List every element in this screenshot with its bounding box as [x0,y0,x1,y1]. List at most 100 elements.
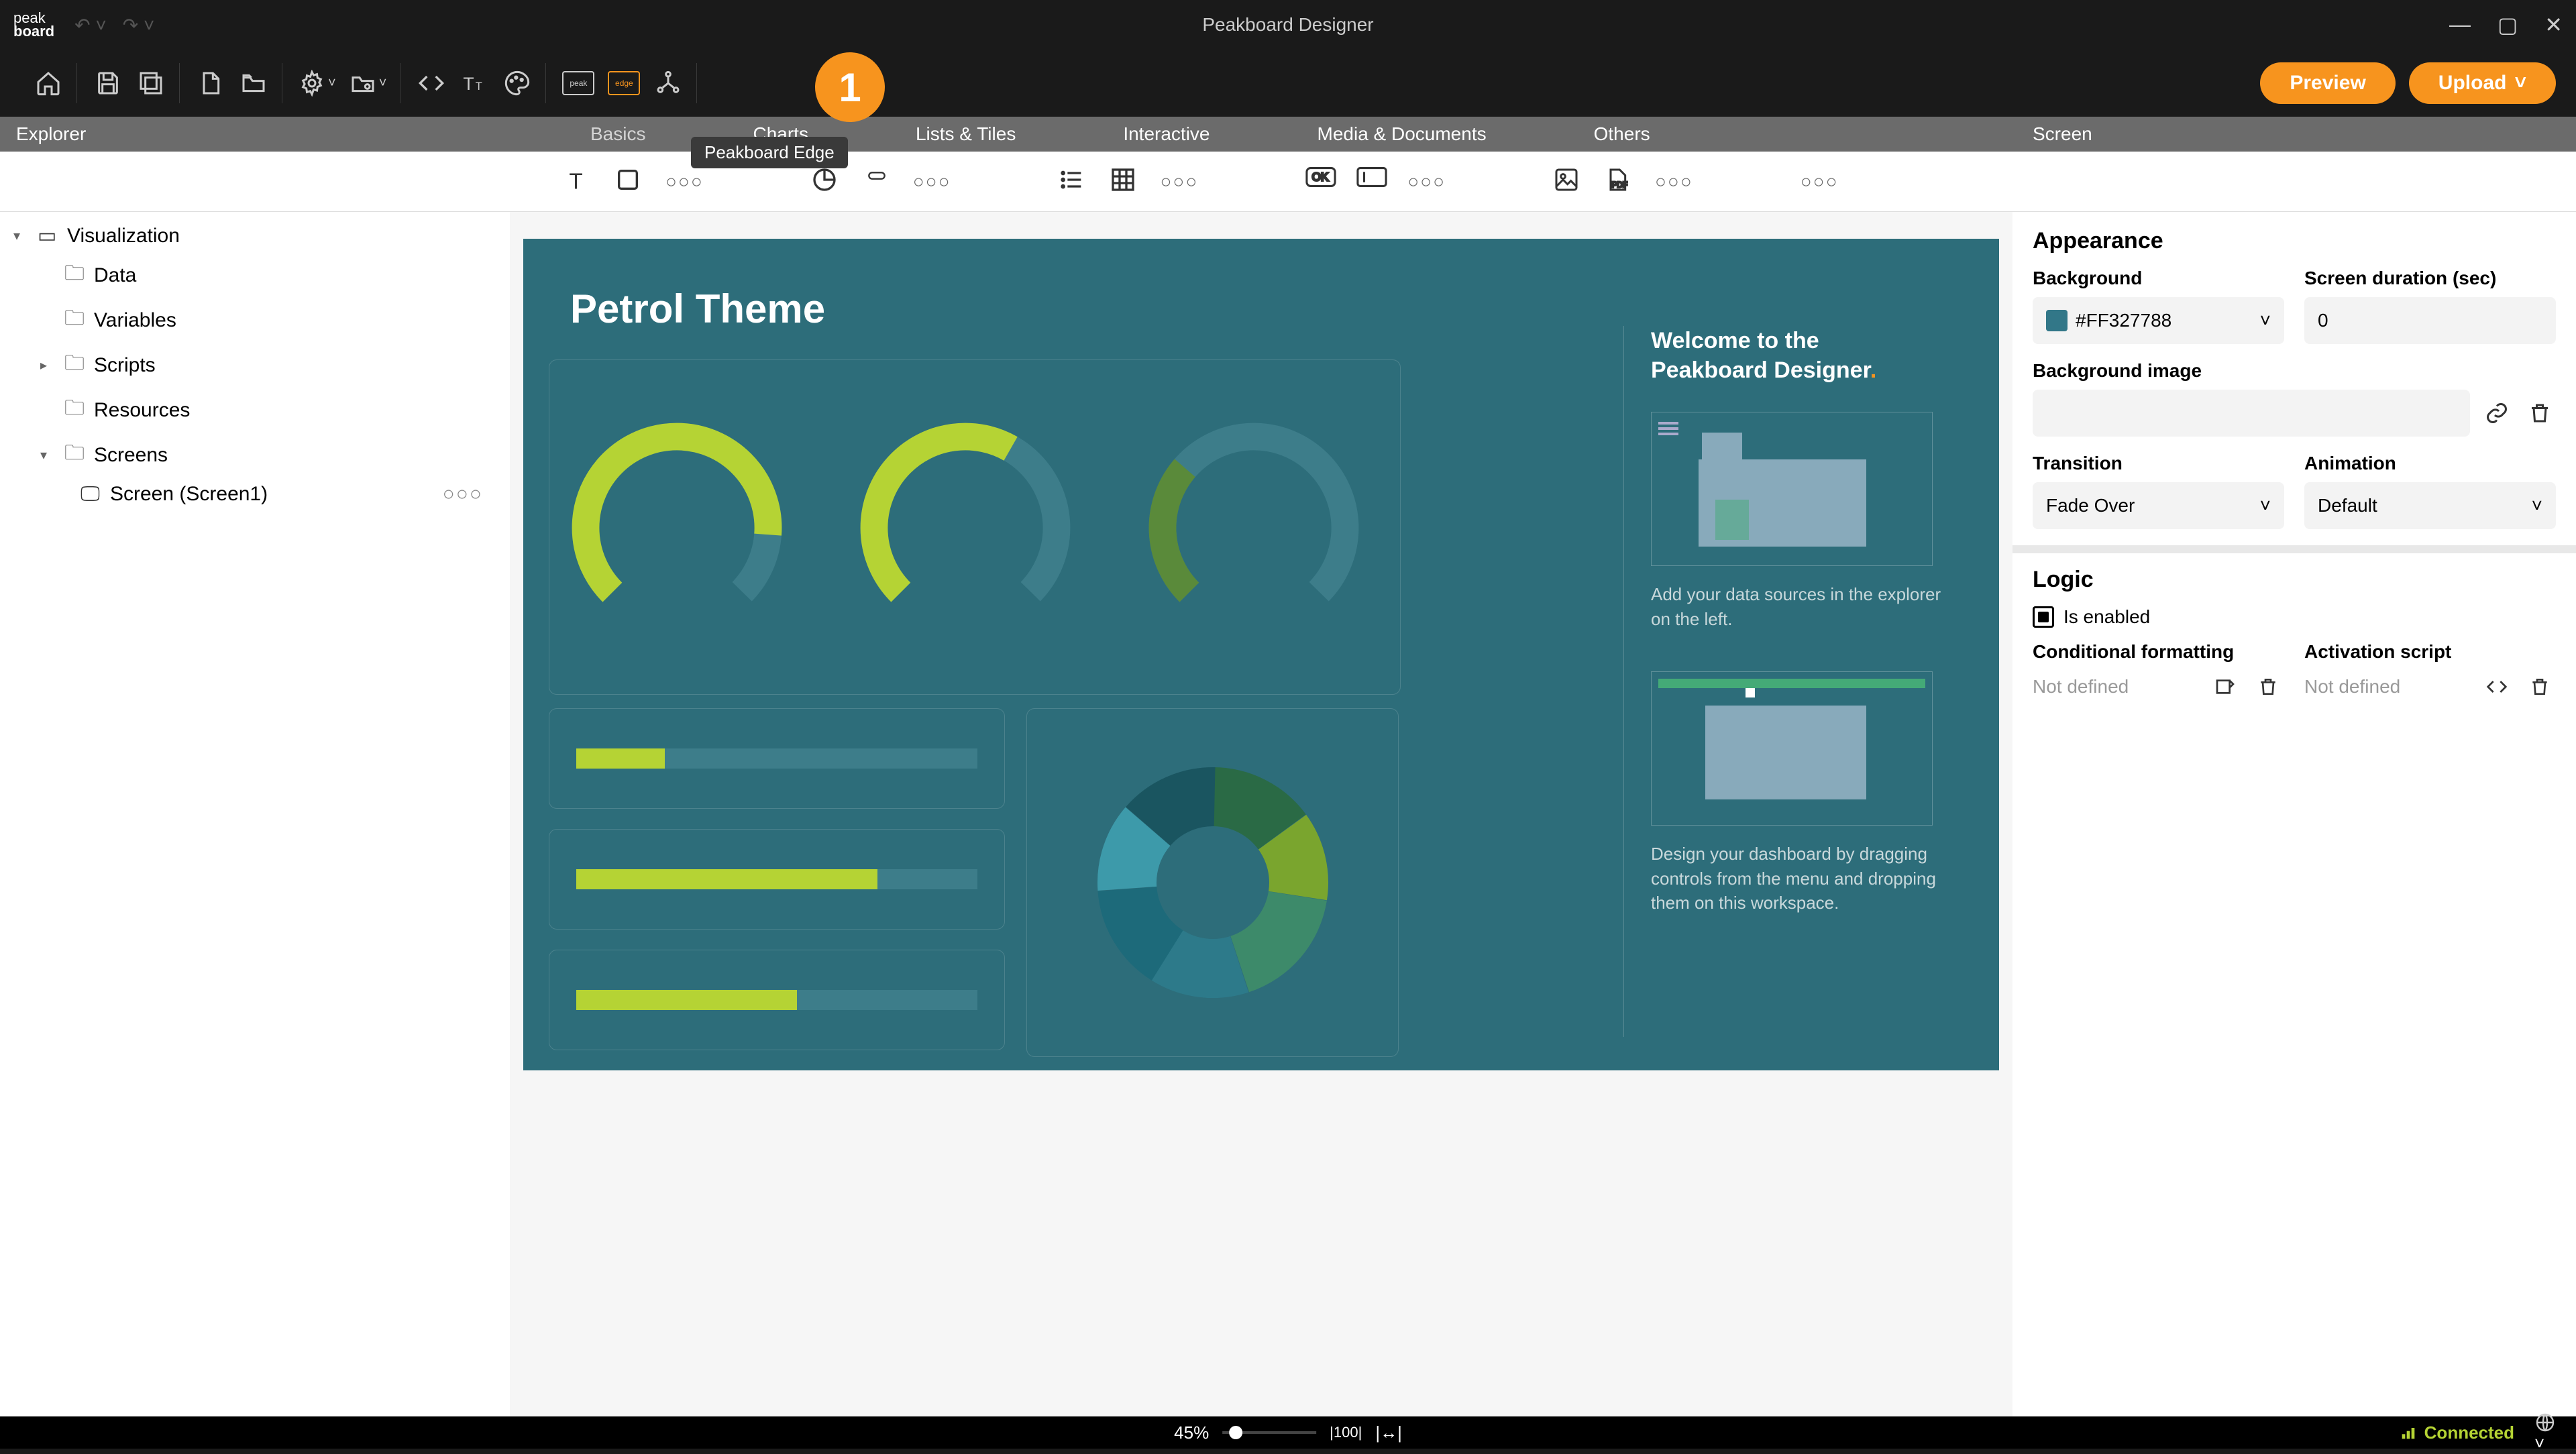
input-icon[interactable] [1356,166,1387,197]
bar-1 [549,708,1005,809]
tab-basics[interactable]: Basics [537,123,699,145]
app-logo: peak board [13,11,54,38]
tree-data[interactable]: 🗀Data [0,253,510,298]
welcome-hint-2: Design your dashboard by dragging contro… [1651,842,1945,915]
tab-lists[interactable]: Lists & Tiles [862,123,1069,145]
titlebar: peak board ↶ ˅ ↷ ˅ Peakboard Designer — … [0,0,2576,50]
background-input[interactable]: #FF327788˅ [2033,297,2284,344]
welcome-title: Welcome to thePeakboard Designer. [1651,326,1945,385]
screen-header: Screen [2012,117,2576,152]
more-icon[interactable]: ○○○ [665,171,704,192]
properties-panel: Appearance Background #FF327788˅ Screen … [2012,212,2576,1416]
fit-100-icon[interactable]: |100| [1330,1424,1362,1441]
image-icon[interactable] [1553,166,1584,197]
trash-icon[interactable] [2524,397,2556,429]
text-tool-icon[interactable]: T [564,166,594,197]
donut-chart [1079,748,1347,1017]
explorer-header: Explorer [0,117,510,152]
pie-chart-icon[interactable] [811,166,842,197]
more-icon[interactable]: ○○○ [913,171,951,192]
welcome-hint-1: Add your data sources in the explorer on… [1651,582,1945,631]
minimize-icon[interactable]: — [2449,12,2471,38]
globe-icon[interactable]: ˅ [2534,1412,2556,1454]
signal-icon [2399,1423,2418,1442]
duration-input[interactable] [2304,297,2556,344]
tree-screen1[interactable]: 🖵Screen (Screen1)○○○ [0,478,510,511]
pdf-icon[interactable]: PDF [1604,166,1635,197]
step-badge-1: 1 [815,52,885,122]
hub-icon[interactable] [653,68,683,98]
open-file-icon[interactable] [239,68,268,98]
more-icon[interactable]: ○○○ [443,483,496,506]
canvas[interactable]: Petrol Theme [523,239,1999,1070]
tree-screens[interactable]: ▾🗀Screens [0,433,510,478]
settings-icon[interactable]: ˅ [299,68,336,98]
peak-box-icon[interactable]: peak [562,71,594,95]
explorer-panel: ▾▭Visualization 🗀Data 🗀Variables ▸🗀Scrip… [0,212,510,1416]
gauge-3 [1140,414,1368,642]
svg-text:OK: OK [1312,170,1329,183]
palette-icon[interactable] [502,68,532,98]
welcome-illustration-1 [1651,412,1933,566]
more-icon[interactable]: ○○○ [1407,171,1446,192]
duration-label: Screen duration (sec) [2304,268,2556,289]
link-icon[interactable] [2481,397,2513,429]
zoom-level: 45% [1174,1422,1209,1443]
tab-others[interactable]: Others [1540,123,1704,145]
connection-status[interactable]: Connected [2399,1422,2514,1443]
folder-settings-icon[interactable]: ˅ [350,68,387,98]
zoom-slider[interactable] [1222,1431,1316,1434]
more-icon[interactable]: ○○○ [1655,171,1693,192]
tree-resources[interactable]: 🗀Resources [0,388,510,433]
code-icon[interactable] [2481,671,2513,703]
maximize-icon[interactable]: ▢ [2498,12,2518,38]
text-size-icon[interactable]: TT [460,68,489,98]
pill-icon[interactable] [862,166,893,197]
canvas-wrap[interactable]: Petrol Theme [510,212,2012,1416]
category-row: Explorer Basics Charts Lists & Tiles Int… [0,117,2576,152]
grid-icon[interactable] [1110,166,1140,197]
more-icon[interactable]: ○○○ [1801,171,1839,192]
fit-width-icon[interactable]: |↔| [1375,1422,1402,1443]
cond-format-label: Conditional formatting [2033,641,2284,663]
code-icon[interactable] [417,68,446,98]
list-icon[interactable] [1059,166,1089,197]
edge-box-icon[interactable]: edge [608,71,640,95]
trash-icon[interactable] [2252,671,2284,703]
save-all-icon[interactable] [136,68,166,98]
redo-icon[interactable]: ↷ ˅ [123,14,155,36]
more-icon[interactable]: ○○○ [1161,171,1199,192]
tree-variables[interactable]: 🗀Variables [0,298,510,343]
home-icon[interactable] [34,68,63,98]
activation-label: Activation script [2304,641,2556,663]
background-label: Background [2033,268,2284,289]
preview-button[interactable]: Preview [2260,62,2395,104]
main-area: ▾▭Visualization 🗀Data 🗀Variables ▸🗀Scrip… [0,212,2576,1416]
upload-button[interactable]: Upload˅ [2409,62,2556,104]
undo-icon[interactable]: ↶ ˅ [74,14,107,36]
gauge-1 [563,414,791,642]
rect-tool-icon[interactable] [614,166,645,197]
trash-icon[interactable] [2524,671,2556,703]
tooltip-peakboard-edge: Peakboard Edge [691,137,848,168]
welcome-panel: Welcome to thePeakboard Designer. Add yo… [1623,326,1945,1037]
statusbar: 45% |100| |↔| Connected ˅ [0,1416,2576,1449]
save-icon[interactable] [93,68,123,98]
chevron-down-icon: ˅ [2260,310,2271,331]
close-icon[interactable]: ✕ [2544,12,2563,38]
is-enabled-checkbox[interactable]: Is enabled [2033,606,2556,628]
bg-image-input[interactable] [2033,390,2470,437]
bar-panel [549,708,1005,1070]
edit-icon[interactable] [2209,671,2241,703]
tree-scripts[interactable]: ▸🗀Scripts [0,343,510,388]
new-file-icon[interactable] [196,68,225,98]
ok-button-icon[interactable]: OK [1305,166,1336,197]
animation-select[interactable]: Default˅ [2304,482,2556,529]
cond-format-value: Not defined [2033,676,2198,697]
tree-root[interactable]: ▾▭Visualization [0,219,510,253]
tool-icons-row: T ○○○ ○○○ ○○○ OK ○○○ PDF ○○○ ○○○ [0,152,2576,212]
transition-select[interactable]: Fade Over˅ [2033,482,2284,529]
tab-media[interactable]: Media & Documents [1264,123,1540,145]
donut-panel [1026,708,1399,1057]
tab-interactive[interactable]: Interactive [1069,123,1263,145]
